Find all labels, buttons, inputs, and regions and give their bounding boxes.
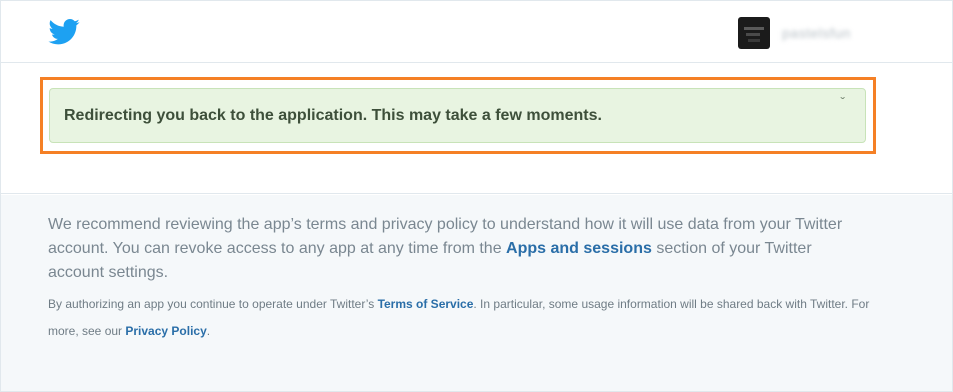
username[interactable]: pastelsfun (782, 25, 851, 41)
terms-of-service-link[interactable]: Terms of Service (378, 297, 474, 311)
legal-text-part: By authorizing an app you continue to op… (48, 297, 378, 311)
legal-text-part: . (206, 324, 211, 338)
privacy-policy-link[interactable]: Privacy Policy (125, 324, 206, 338)
header: pastelsfun (1, 1, 952, 63)
twitter-bird-icon[interactable] (48, 19, 80, 45)
avatar-art (744, 27, 764, 30)
highlight-box (40, 77, 876, 154)
avatar-art (746, 33, 760, 36)
footer: We recommend reviewing the app’s terms a… (1, 195, 952, 391)
user-avatar[interactable] (738, 17, 770, 49)
apps-sessions-link[interactable]: Apps and sessions (506, 240, 652, 257)
recommendation-text: We recommend reviewing the app’s terms a… (48, 213, 868, 285)
oauth-redirect-page: pastelsfun Redirecting you back to the a… (0, 0, 953, 392)
avatar-art (748, 39, 760, 42)
legal-text: By authorizing an app you continue to op… (48, 291, 888, 345)
